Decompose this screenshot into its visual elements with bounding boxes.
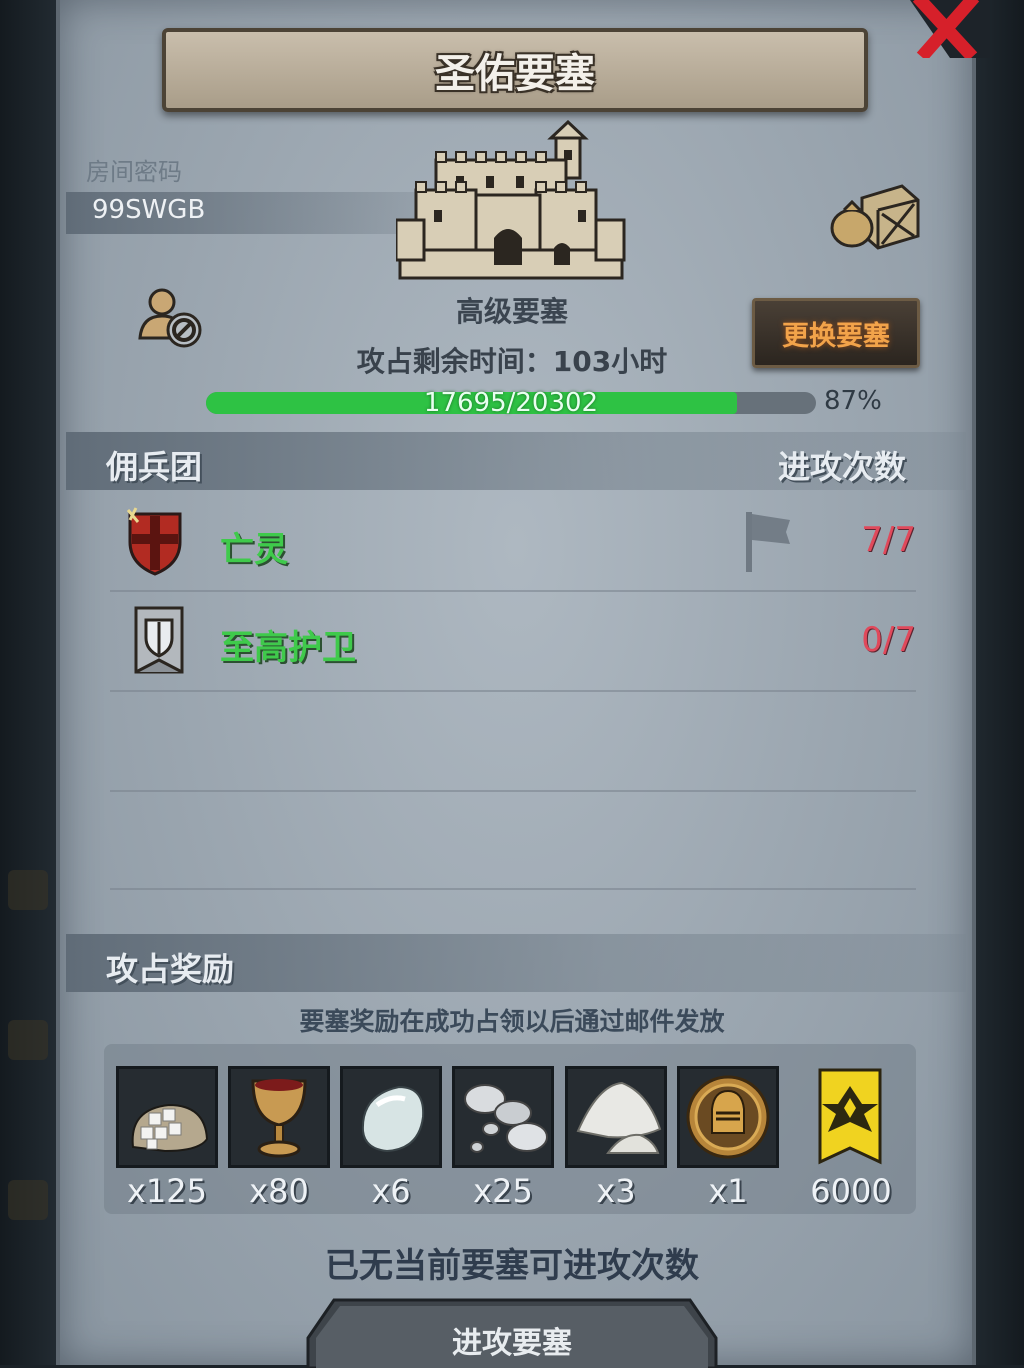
reward-item[interactable] (452, 1066, 554, 1168)
goblet-icon (251, 1079, 307, 1158)
fortress-title: 圣佑要塞 (435, 51, 595, 97)
side-target-icon (8, 1020, 48, 1060)
capture-progress-bar: 17695/20302 (206, 388, 816, 418)
castle-icon (396, 120, 626, 280)
time-remaining: 攻占剩余时间：103小时 (356, 345, 668, 378)
flag-icon (746, 512, 790, 572)
reward-item[interactable] (340, 1066, 442, 1168)
reward-item[interactable] (228, 1066, 330, 1168)
reward-qty-7: 6000 (810, 1172, 892, 1210)
no-attack-status: 已无当前要塞可进攻次数 (325, 1246, 699, 1286)
attack-fortress-label: 进攻要塞 (452, 1326, 572, 1361)
loot-bag-crate-icon[interactable] (830, 180, 920, 250)
silver-pearls-icon (464, 1084, 548, 1153)
rewards-note: 要塞奖励在成功占领以后通过邮件发放 (299, 1007, 725, 1036)
change-fortress-label: 更换要塞 (782, 320, 890, 352)
reward-qty-5: x3 (596, 1172, 636, 1210)
sugar-sack-icon (131, 1103, 209, 1153)
row-divider (110, 690, 916, 692)
title-plaque: 圣佑要塞 (162, 28, 868, 112)
capture-progress-percent: 87% (824, 386, 882, 416)
left-background-strip (0, 0, 62, 1365)
side-scroll-icon (8, 870, 48, 910)
gold-banner-icon[interactable] (816, 1068, 884, 1168)
reward-qty-4: x25 (473, 1172, 533, 1210)
mercenary-header: 佣兵团 (106, 448, 203, 486)
reward-qty-2: x80 (249, 1172, 309, 1210)
mercenary-name-2: 至高护卫 (220, 628, 356, 668)
reward-item[interactable] (565, 1066, 667, 1168)
capture-progress-text: 17695/20302 (423, 388, 599, 418)
mercenary-name-1: 亡灵 (220, 530, 288, 570)
row-divider (110, 888, 916, 890)
moonstone-icon (361, 1085, 425, 1153)
salt-pile-icon (576, 1081, 662, 1154)
room-code-value: 99SWGB (92, 195, 206, 225)
rewards-header: 攻占奖励 (106, 950, 235, 988)
reward-qty-1: x125 (126, 1172, 207, 1210)
reward-item[interactable] (677, 1066, 779, 1168)
attack-count-1: 7/7 (861, 520, 916, 560)
red-cross-shield-icon (126, 507, 182, 576)
attack-count-header: 进攻次数 (778, 448, 907, 486)
reward-item[interactable] (116, 1066, 218, 1168)
change-fortress-button[interactable]: 更换要塞 (752, 298, 920, 368)
row-divider (110, 590, 916, 592)
user-block-icon[interactable] (136, 286, 206, 352)
knight-medal-icon (686, 1075, 770, 1159)
row-divider (110, 790, 916, 792)
reward-qty-3: x6 (371, 1172, 411, 1210)
silver-shield-banner-icon (134, 606, 184, 674)
attack-count-2: 0/7 (861, 620, 916, 660)
reward-qty-6: x1 (708, 1172, 748, 1210)
close-icon[interactable] (900, 0, 990, 58)
side-magnifier-icon (8, 1180, 48, 1220)
fortress-level-label: 高级要塞 (455, 295, 568, 328)
room-code-label: 房间密码 (86, 158, 182, 186)
